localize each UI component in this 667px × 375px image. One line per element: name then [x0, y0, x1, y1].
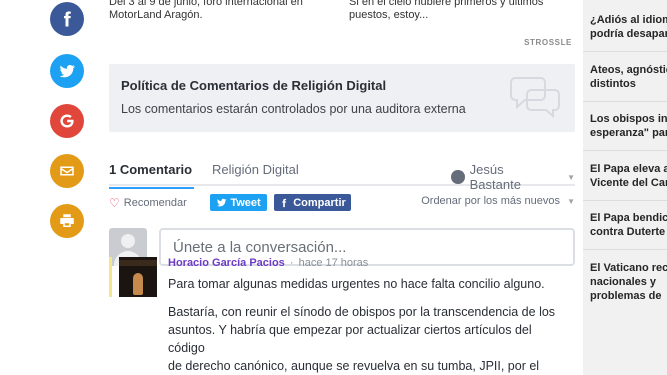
- tab-community[interactable]: Religión Digital: [212, 162, 299, 177]
- chevron-down-icon: ▼: [567, 197, 575, 206]
- recommend-label: Recomendar: [123, 197, 187, 209]
- twitter-icon: [59, 64, 75, 78]
- chevron-down-icon: ▼: [567, 172, 575, 182]
- policy-text: Los comentarios estarán controlados por …: [121, 102, 466, 116]
- tab-comments[interactable]: 1 Comentario: [109, 162, 195, 189]
- sidebar-item-3[interactable]: Los obispos insisten esperanza" para: [590, 112, 667, 140]
- divider: [583, 249, 667, 250]
- related-articles: Del 3 al 9 de junio, foro internacional …: [109, 0, 575, 24]
- facebook-icon: [282, 198, 287, 207]
- user-menu[interactable]: Jesús Bastante ▼: [451, 162, 575, 192]
- comment-text-p2: Bastaría, con reunir el sínodo de obispo…: [168, 305, 556, 373]
- sidebar-news: ¿Adiós al idioma podría desaparecer Ateo…: [583, 0, 667, 375]
- facebook-share-button[interactable]: Compartir: [274, 194, 351, 211]
- comment-policy-box: Política de Comentarios de Religión Digi…: [109, 64, 575, 132]
- mail-icon: [60, 166, 74, 176]
- heart-icon: ♡: [109, 196, 120, 210]
- divider: [583, 200, 667, 201]
- share-google-button[interactable]: [50, 104, 84, 138]
- sidebar-item-5[interactable]: El Papa bendice contra Duterte: [590, 211, 667, 239]
- strossle-label[interactable]: STROSSLE: [524, 38, 572, 47]
- twitter-icon: [217, 198, 227, 207]
- user-name: Jesús Bastante: [469, 162, 521, 192]
- recommend-button[interactable]: ♡ Recomendar: [109, 196, 187, 210]
- user-bubble-icon: [451, 170, 465, 184]
- google-icon: [60, 114, 74, 128]
- share-facebook-button[interactable]: [50, 2, 84, 36]
- divider: [583, 101, 667, 102]
- divider: [583, 150, 667, 151]
- comment-actions: ♡ Recomendar Tweet Compartir Ordenar por…: [109, 194, 575, 214]
- tweet-button[interactable]: Tweet: [210, 194, 267, 211]
- divider: [583, 51, 667, 52]
- facebook-icon: [64, 11, 71, 27]
- print-icon: [60, 214, 74, 227]
- related-right-line2: puestos, estoy...: [349, 9, 429, 21]
- sidebar-item-1[interactable]: ¿Adiós al idioma podría desaparecer: [590, 13, 667, 41]
- share-label: Compartir: [293, 196, 346, 209]
- commenter-avatar[interactable]: [119, 257, 157, 297]
- print-button[interactable]: [50, 204, 84, 238]
- chat-bubbles-icon: [510, 77, 560, 118]
- comment-time-separator: ·: [289, 257, 294, 269]
- related-article-right[interactable]: Si en el cielo hubiere primeros y último…: [349, 0, 569, 22]
- sidebar-item-4[interactable]: El Papa eleva a Vicente del Campo: [590, 162, 667, 190]
- sidebar-item-2[interactable]: Ateos, agnósticos distintos: [590, 63, 667, 91]
- sort-label: Ordenar por los más nuevos: [421, 195, 561, 207]
- sort-dropdown[interactable]: Ordenar por los más nuevos ▼: [421, 195, 575, 207]
- sidebar-item-6[interactable]: El Vaticano reconoce nacionales y proble…: [590, 261, 667, 303]
- comment-header: Horacio García Pacios · hace 17 horas: [168, 257, 368, 269]
- share-mail-button[interactable]: [50, 154, 84, 188]
- comment-timestamp[interactable]: hace 17 horas: [299, 257, 369, 269]
- comment-text-p1: Para tomar algunas medidas urgentes no h…: [168, 277, 545, 291]
- new-comment-marker: [109, 257, 112, 297]
- comment-tabs: 1 Comentario Religión Digital Jesús Bast…: [109, 160, 575, 192]
- tweet-label: Tweet: [230, 196, 261, 209]
- related-article-left[interactable]: Del 3 al 9 de junio, foro internacional …: [109, 0, 309, 22]
- related-left-line2: MotorLand Aragón.: [109, 9, 203, 21]
- policy-title: Política de Comentarios de Religión Digi…: [121, 78, 387, 93]
- comment-author[interactable]: Horacio García Pacios: [168, 257, 285, 269]
- related-left-line1: Del 3 al 9 de junio, foro internacional …: [109, 0, 303, 8]
- related-right-line1: Si en el cielo hubiere primeros y último…: [349, 0, 544, 8]
- share-twitter-button[interactable]: [50, 54, 84, 88]
